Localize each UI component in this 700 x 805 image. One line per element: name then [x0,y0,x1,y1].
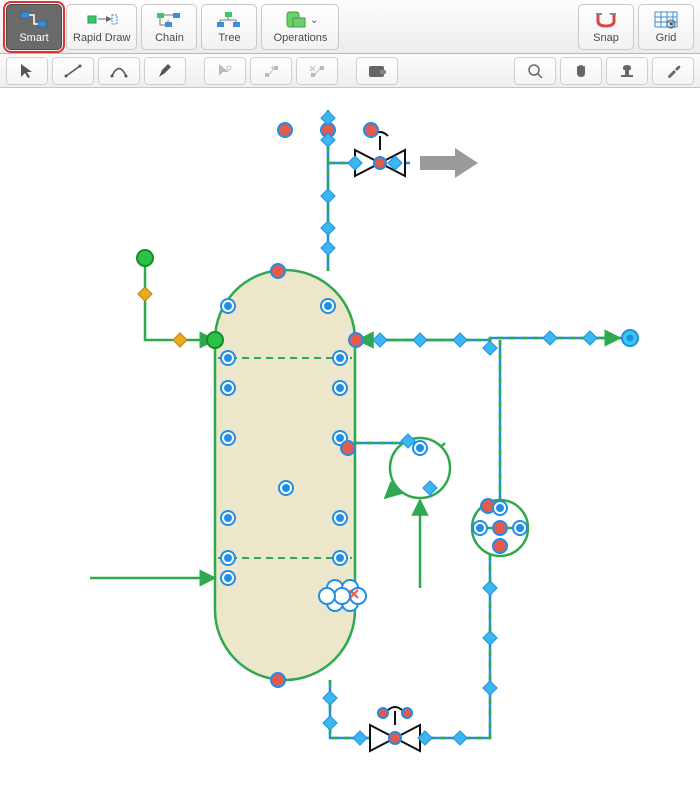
orange-diamond[interactable] [138,287,152,301]
valve-bottom[interactable] [370,707,420,751]
gray-outlet-arrow[interactable] [420,148,478,178]
toolbar-main: Smart Rapid Draw Chain Tree ⌄ Operations… [0,0,700,54]
svg-text:⌄: ⌄ [310,15,317,26]
rapid-draw-button[interactable]: Rapid Draw [66,4,137,50]
stamp-tool[interactable] [606,57,648,85]
snap-label: Snap [593,32,619,44]
diagram-canvas[interactable] [0,88,700,805]
ops-label: Operations [274,32,328,44]
tree-icon [215,10,243,30]
rapid-label: Rapid Draw [73,32,130,44]
arrow-tool[interactable] [6,57,48,85]
edit-points-tool[interactable] [204,57,246,85]
feed-source-dot[interactable] [137,250,153,266]
snap-button[interactable]: Snap [578,4,634,50]
feed-entry-dot[interactable] [207,332,223,348]
line-tool[interactable] [52,57,94,85]
smart-label: Smart [19,32,48,44]
outlet-terminal[interactable] [622,330,638,346]
operations-button[interactable]: ⌄ Operations [261,4,339,50]
chain-icon [155,10,183,30]
remove-point-tool[interactable] [296,57,338,85]
snap-icon [593,10,619,30]
grid-button[interactable]: Grid [638,4,694,50]
operations-icon: ⌄ [283,10,317,30]
pen-tool[interactable] [144,57,186,85]
feed-line[interactable] [145,258,215,340]
grid-label: Grid [656,32,677,44]
eyedropper-tool[interactable] [652,57,694,85]
add-point-tool[interactable]: + [250,57,292,85]
tree-button[interactable]: Tree [201,4,257,50]
curve-tool[interactable] [98,57,140,85]
grid-icon [654,10,678,30]
rapid-draw-icon [86,10,118,30]
pan-tool[interactable] [560,57,602,85]
smart-connector-icon [20,10,48,30]
toolbar-secondary: + [0,54,700,88]
diagram-svg [0,88,700,805]
chain-button[interactable]: Chain [141,4,197,50]
vessel[interactable] [215,270,355,680]
orange-diamond[interactable] [173,333,187,347]
chain-label: Chain [155,32,184,44]
valve-top[interactable] [355,132,405,176]
zoom-tool[interactable] [514,57,556,85]
smart-button[interactable]: Smart [6,4,62,50]
tree-label: Tree [218,32,240,44]
wallet-tool[interactable] [356,57,398,85]
svg-text:+: + [270,63,275,73]
